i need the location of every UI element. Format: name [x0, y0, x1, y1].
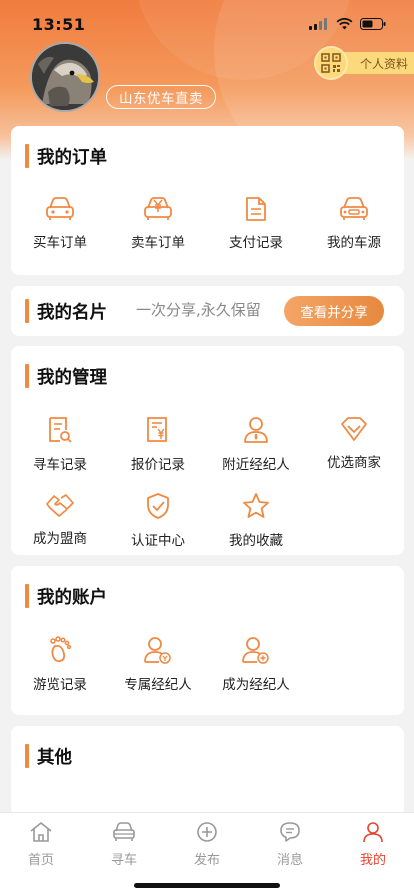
browsing-history-item[interactable]: 游览记录: [11, 636, 109, 693]
car-source-icon: [340, 197, 368, 220]
become-partner-item[interactable]: 成为盟商: [11, 492, 109, 547]
my-favorites-item[interactable]: 我的收藏: [207, 492, 305, 549]
shield-check-icon: [147, 493, 169, 519]
tab-find-car[interactable]: 寻车: [83, 821, 165, 868]
message-icon: [280, 822, 300, 842]
search-document-icon: [49, 417, 72, 443]
my-car-source-item[interactable]: 我的车源: [305, 196, 403, 251]
search-car-records-item[interactable]: 寻车记录: [11, 416, 109, 473]
person-add-icon: [242, 637, 269, 664]
quote-records-item[interactable]: 报价记录: [109, 416, 207, 473]
preferred-merchants-label: 优选商家: [327, 455, 381, 471]
profile-name[interactable]: 山东优车直卖: [106, 85, 216, 109]
become-partner-label: 成为盟商: [33, 531, 87, 547]
person-badge-icon: [144, 637, 171, 664]
browsing-history-label: 游览记录: [33, 677, 87, 693]
status-bar: 13:51: [0, 0, 414, 48]
account-card: 我的账户 游览记录 专属经纪人 成为经纪人: [11, 566, 404, 715]
nearby-agents-item[interactable]: 附近经纪人: [207, 416, 305, 473]
car-icon: [46, 197, 74, 220]
document-icon: [246, 197, 266, 221]
tab-mine-label: 我的: [359, 853, 386, 868]
nearby-agents-label: 附近经纪人: [222, 457, 290, 473]
sell-orders-label: 卖车订单: [131, 235, 185, 251]
wifi-icon: [336, 18, 353, 30]
yuan-car-icon: [144, 197, 172, 220]
business-card-title: 我的名片: [25, 299, 107, 323]
profile-info-button[interactable]: 个人资料: [314, 46, 414, 80]
sell-orders-item[interactable]: 卖车订单: [109, 196, 207, 251]
become-agent-item[interactable]: 成为经纪人: [207, 636, 305, 693]
dedicated-agent-label: 专属经纪人: [124, 677, 192, 693]
qr-code-icon: [314, 46, 348, 80]
dedicated-agent-item[interactable]: 专属经纪人: [109, 636, 207, 693]
account-title: 我的账户: [25, 584, 107, 608]
my-car-source-label: 我的车源: [327, 235, 381, 251]
user-icon: [363, 822, 383, 843]
tab-publish[interactable]: 发布: [166, 821, 248, 868]
status-time: 13:51: [32, 14, 86, 34]
view-and-share-button[interactable]: 查看并分享: [284, 296, 384, 326]
tab-messages-label: 消息: [276, 853, 303, 868]
buy-orders-label: 买车订单: [33, 235, 87, 251]
tab-messages[interactable]: 消息: [249, 821, 331, 868]
status-icons: [309, 18, 386, 30]
price-document-icon: [147, 417, 167, 442]
car-icon: [113, 822, 135, 841]
handshake-icon: [46, 494, 74, 517]
tab-mine[interactable]: 我的: [332, 821, 414, 868]
avatar[interactable]: [30, 42, 100, 112]
management-card: 我的管理 寻车记录 报价记录 附近经纪人 优选商家 成为盟商 认证中心 我的收藏: [11, 346, 404, 555]
tab-publish-label: 发布: [193, 853, 220, 868]
become-agent-label: 成为经纪人: [222, 677, 290, 693]
management-title: 我的管理: [25, 364, 107, 388]
plus-circle-icon: [197, 822, 217, 842]
search-car-records-label: 寻车记录: [33, 457, 87, 473]
other-card: 其他: [11, 726, 404, 816]
home-indicator: [134, 883, 280, 888]
signal-icon: [309, 18, 327, 30]
orders-card: 我的订单 买车订单 卖车订单 支付记录 我的车源: [11, 126, 404, 275]
person-icon: [244, 417, 268, 443]
quote-records-label: 报价记录: [131, 457, 185, 473]
tab-find-car-label: 寻车: [110, 853, 137, 868]
business-card-subtitle: 一次分享,永久保留: [136, 301, 261, 319]
diamond-icon: [341, 417, 367, 441]
orders-title: 我的订单: [25, 144, 107, 168]
footprint-icon: [50, 636, 72, 663]
my-favorites-label: 我的收藏: [229, 533, 283, 549]
home-icon: [30, 822, 52, 842]
payment-records-label: 支付记录: [229, 235, 283, 251]
battery-icon: [360, 18, 386, 30]
business-card-card: 我的名片 一次分享,永久保留 查看并分享: [11, 286, 404, 336]
certification-center-item[interactable]: 认证中心: [109, 492, 207, 549]
tab-home-label: 首页: [27, 853, 54, 868]
preferred-merchants-item[interactable]: 优选商家: [305, 416, 403, 471]
payment-records-item[interactable]: 支付记录: [207, 196, 305, 251]
tab-home[interactable]: 首页: [0, 821, 82, 868]
star-icon: [243, 493, 269, 518]
certification-center-label: 认证中心: [131, 533, 185, 549]
buy-orders-item[interactable]: 买车订单: [11, 196, 109, 251]
other-title: 其他: [25, 744, 72, 768]
